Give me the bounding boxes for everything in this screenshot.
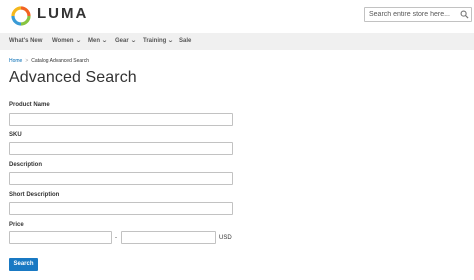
currency-label: USD: [219, 235, 232, 241]
description-label: Description: [9, 162, 43, 168]
nav-item-label: Women: [52, 38, 74, 44]
page-title: Advanced Search: [9, 69, 137, 86]
chevron-down-icon: ⌄: [129, 38, 137, 44]
search-box: [364, 7, 472, 22]
breadcrumb-current: Catalog Advanced Search: [31, 58, 90, 64]
logo-text: LUMA: [37, 5, 89, 22]
sku-field[interactable]: [9, 142, 233, 155]
nav-item-men[interactable]: Men⌄: [88, 33, 108, 50]
nav-item-label: Sale: [179, 38, 192, 44]
price-from-field[interactable]: [9, 231, 112, 244]
nav-item-training[interactable]: Training⌄: [143, 33, 175, 50]
product-name-label: Product Name: [9, 102, 50, 108]
luma-logo-icon: [11, 6, 31, 26]
main-navigation: What's New Women⌄ Men⌄ Gear⌄ Training⌄ S…: [0, 33, 474, 50]
nav-item-gear[interactable]: Gear⌄: [115, 33, 136, 50]
nav-item-sale[interactable]: Sale: [179, 33, 191, 50]
chevron-down-icon: ⌄: [167, 38, 175, 44]
price-to-field[interactable]: [121, 231, 216, 244]
short-description-label: Short Description: [9, 192, 60, 198]
nav-item-label: Men: [88, 38, 100, 44]
breadcrumb-home-link[interactable]: Home: [9, 58, 22, 64]
short-description-field[interactable]: [9, 202, 233, 215]
product-name-field[interactable]: [9, 113, 233, 126]
nav-item-label: What's New: [9, 38, 43, 44]
search-icon[interactable]: [460, 10, 469, 19]
nav-item-women[interactable]: Women⌄: [52, 33, 81, 50]
breadcrumb: Home > Catalog Advanced Search: [9, 58, 89, 64]
sku-label: SKU: [9, 132, 22, 138]
nav-item-label: Training: [143, 38, 167, 44]
nav-item-whats-new[interactable]: What's New: [9, 33, 42, 50]
breadcrumb-separator: >: [25, 58, 29, 64]
nav-item-label: Gear: [115, 38, 129, 44]
price-label: Price: [9, 222, 24, 228]
price-range-separator: -: [115, 235, 117, 241]
search-button[interactable]: Search: [9, 258, 38, 271]
site-header: LUMA: [0, 0, 474, 33]
search-input[interactable]: [365, 8, 459, 21]
description-field[interactable]: [9, 172, 233, 185]
chevron-down-icon: ⌄: [74, 38, 82, 44]
chevron-down-icon: ⌄: [101, 38, 108, 44]
